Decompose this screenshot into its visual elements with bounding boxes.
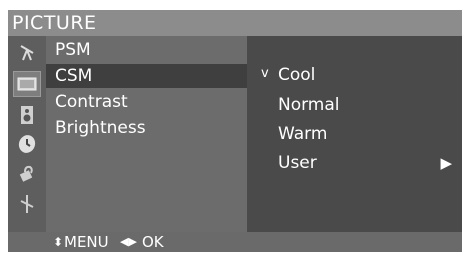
submenu-item-label: Warm	[278, 124, 328, 144]
picture-menu-panel: PICTURE PSM CSM Contrast Brightness v Co…	[8, 10, 462, 252]
right-arrow-icon: ▶	[440, 154, 452, 172]
category-icon-bar	[8, 36, 46, 232]
picture-icon[interactable]	[13, 71, 41, 97]
submenu-item-label: Normal	[278, 95, 340, 115]
csm-submenu: v Cool Normal Warm User ▶	[247, 36, 462, 232]
tv-osd-screen: PICTURE PSM CSM Contrast Brightness v Co…	[0, 0, 472, 255]
submenu-item-user[interactable]: User ▶	[247, 149, 462, 177]
antenna-icon[interactable]	[16, 42, 38, 64]
menu-item-contrast[interactable]: Contrast	[46, 90, 247, 114]
ok-hint-label: OK	[142, 233, 164, 251]
up-down-arrow-icon: ⬍	[53, 235, 64, 249]
submenu-item-label: User	[278, 153, 317, 173]
title-bar: PICTURE	[8, 10, 462, 36]
menu-hint-label: MENU	[64, 233, 109, 251]
menu-title: PICTURE	[12, 12, 97, 34]
lock-icon[interactable]	[16, 162, 38, 184]
audio-speaker-icon[interactable]	[16, 104, 38, 126]
check-mark: v	[261, 66, 269, 81]
submenu-item-normal[interactable]: Normal	[247, 91, 462, 119]
main-menu: PSM CSM Contrast Brightness	[46, 36, 247, 232]
submenu-item-cool[interactable]: v Cool	[247, 61, 462, 89]
menu-item-brightness[interactable]: Brightness	[46, 116, 247, 140]
menu-item-psm[interactable]: PSM	[46, 38, 247, 62]
left-right-arrow-icon: ◀▶	[120, 235, 137, 248]
menu-item-csm[interactable]: CSM	[46, 64, 247, 88]
submenu-item-label: Cool	[278, 65, 316, 85]
submenu-item-warm[interactable]: Warm	[247, 120, 462, 148]
clock-icon[interactable]	[16, 133, 38, 155]
navigation-hint-bar: ⬍ MENU ◀▶ OK	[8, 232, 462, 252]
setup-icon[interactable]	[16, 193, 38, 215]
